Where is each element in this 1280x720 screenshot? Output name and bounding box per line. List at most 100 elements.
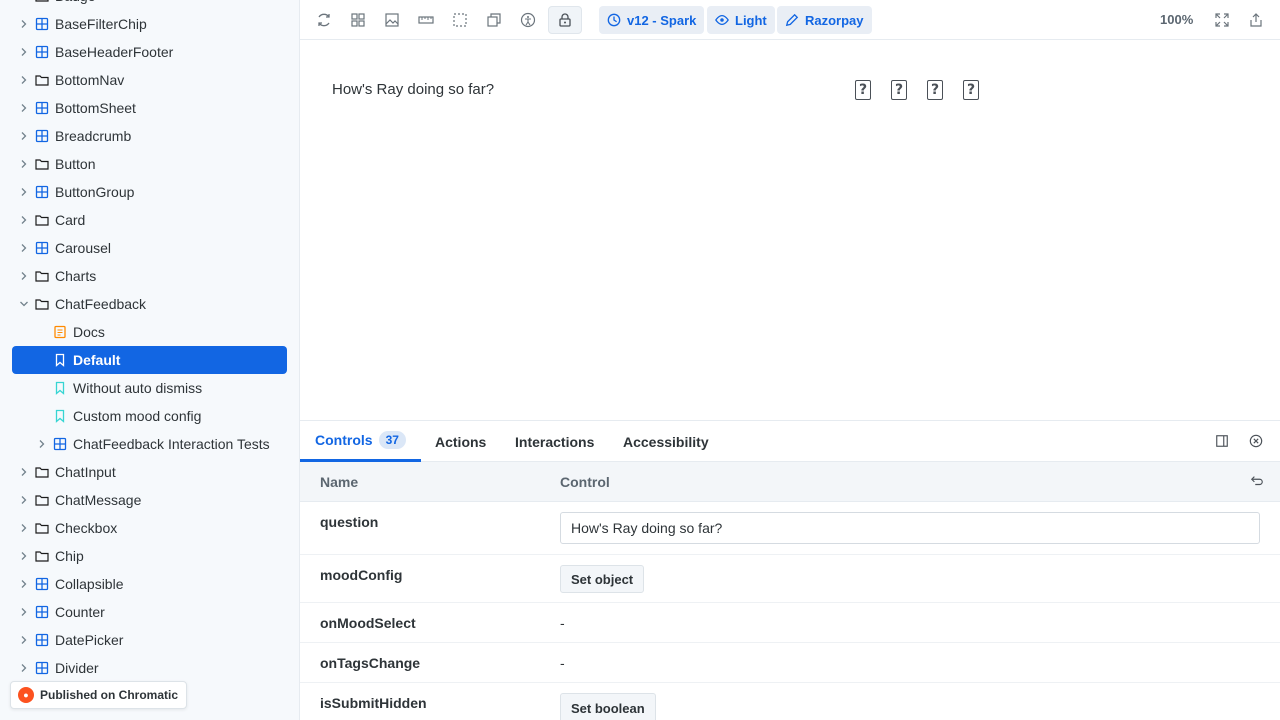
- tab-controls-label: Controls: [315, 432, 373, 448]
- chromatic-badge[interactable]: ● Published on Chromatic: [10, 681, 188, 709]
- sidebar-item-baseheaderfooter[interactable]: BaseHeaderFooter: [0, 38, 299, 66]
- chevron-down-icon[interactable]: [17, 297, 31, 311]
- chevron-right-icon[interactable]: [17, 549, 31, 563]
- question-text-input[interactable]: How's Ray doing so far?: [560, 512, 1260, 544]
- theme-version-selector[interactable]: v12 - Spark: [599, 6, 705, 34]
- folder-icon: [35, 0, 49, 3]
- panel-position-icon[interactable]: [1214, 433, 1230, 449]
- share-icon[interactable]: [1242, 6, 1270, 34]
- sidebar-item-datepicker[interactable]: DatePicker: [0, 626, 299, 654]
- folder-icon: [35, 493, 49, 507]
- sidebar-item-checkbox[interactable]: Checkbox: [0, 514, 299, 542]
- component-icon: [53, 437, 67, 451]
- sidebar-item-card[interactable]: Card: [0, 206, 299, 234]
- component-icon: [35, 129, 49, 143]
- mood-option-4[interactable]: ?: [963, 80, 979, 100]
- chevron-right-icon[interactable]: [17, 633, 31, 647]
- chevron-right-icon[interactable]: [17, 101, 31, 115]
- sidebar-item-chatmessage[interactable]: ChatMessage: [0, 486, 299, 514]
- sidebar-item-bottomsheet[interactable]: BottomSheet: [0, 94, 299, 122]
- sidebar-item-chatfeedback[interactable]: ChatFeedback: [0, 290, 299, 318]
- chevron-right-icon[interactable]: [17, 241, 31, 255]
- sidebar-item-charts[interactable]: Charts: [0, 262, 299, 290]
- close-panel-icon[interactable]: [1248, 433, 1264, 449]
- bookmark-icon: [53, 409, 67, 423]
- sidebar-item-counter[interactable]: Counter: [0, 598, 299, 626]
- lock-icon[interactable]: [548, 6, 582, 34]
- color-scheme-label: Light: [735, 12, 767, 28]
- sidebar-item-buttongroup[interactable]: ButtonGroup: [0, 178, 299, 206]
- sidebar-item-docs[interactable]: Docs: [0, 318, 299, 346]
- sidebar-item-label: Counter: [55, 604, 105, 620]
- ruler-icon[interactable]: [412, 6, 440, 34]
- sidebar-item-chatinput[interactable]: ChatInput: [0, 458, 299, 486]
- sidebar-item-label: Without auto dismiss: [73, 380, 203, 396]
- chevron-right-icon[interactable]: [17, 605, 31, 619]
- chevron-right-icon[interactable]: [17, 185, 31, 199]
- component-icon: [35, 661, 49, 675]
- tab-accessibility[interactable]: Accessibility: [623, 421, 709, 462]
- chevron-right-icon[interactable]: [17, 129, 31, 143]
- sidebar-item-label: Card: [55, 212, 86, 228]
- image-icon[interactable]: [378, 6, 406, 34]
- folder-icon: [35, 549, 49, 563]
- controls-table-header: Name Control: [300, 462, 1280, 502]
- chevron-right-icon[interactable]: [17, 45, 31, 59]
- toolbar: v12 - Spark Light Razorpay 100%: [300, 0, 1280, 40]
- sidebar-item-badge[interactable]: Badge: [0, 0, 299, 10]
- tab-actions[interactable]: Actions: [435, 421, 486, 462]
- chevron-right-icon[interactable]: [17, 465, 31, 479]
- folder-icon: [35, 521, 49, 535]
- chevron-right-icon[interactable]: [17, 213, 31, 227]
- sidebar-item-label: Collapsible: [55, 576, 124, 592]
- sidebar-item-divider[interactable]: Divider: [0, 654, 299, 682]
- fullscreen-icon[interactable]: [1208, 6, 1236, 34]
- set-object-button[interactable]: Set object: [560, 565, 645, 593]
- mood-option-3[interactable]: ?: [927, 80, 943, 100]
- arg-name: onMoodSelect: [320, 615, 416, 631]
- mood-option-2[interactable]: ?: [891, 80, 907, 100]
- chevron-right-icon[interactable]: [17, 269, 31, 283]
- chevron-right-icon[interactable]: [17, 0, 31, 3]
- brand-label: Razorpay: [805, 12, 864, 28]
- reset-controls-icon[interactable]: [1250, 474, 1264, 491]
- tab-interactions[interactable]: Interactions: [515, 421, 594, 462]
- sidebar-item-bottomnav[interactable]: BottomNav: [0, 66, 299, 94]
- sidebar-item-button[interactable]: Button: [0, 150, 299, 178]
- brand-selector[interactable]: Razorpay: [777, 6, 872, 34]
- arg-name: onTagsChange: [320, 655, 421, 671]
- chevron-right-icon[interactable]: [17, 157, 31, 171]
- accessibility-icon[interactable]: [514, 6, 542, 34]
- copy-icon[interactable]: [480, 6, 508, 34]
- chevron-right-icon[interactable]: [17, 17, 31, 31]
- sidebar-item-default[interactable]: Default: [12, 346, 287, 374]
- sidebar-item-without-auto-dismiss[interactable]: Without auto dismiss: [0, 374, 299, 402]
- set-boolean-button[interactable]: Set boolean: [560, 693, 656, 720]
- chevron-right-icon[interactable]: [17, 661, 31, 675]
- folder-icon: [35, 297, 49, 311]
- sidebar-item-carousel[interactable]: Carousel: [0, 234, 299, 262]
- chevron-right-icon[interactable]: [17, 73, 31, 87]
- sidebar-item-basefilterchip[interactable]: BaseFilterChip: [0, 10, 299, 38]
- sidebar-item-chip[interactable]: Chip: [0, 542, 299, 570]
- sidebar-item-collapsible[interactable]: Collapsible: [0, 570, 299, 598]
- sidebar-item-chatfeedback-interaction-tests[interactable]: ChatFeedback Interaction Tests: [0, 430, 299, 458]
- reload-icon[interactable]: [310, 6, 338, 34]
- color-scheme-selector[interactable]: Light: [707, 6, 775, 34]
- sidebar-item-label: Badge: [55, 0, 95, 4]
- chevron-right-icon[interactable]: [17, 521, 31, 535]
- chevron-right-icon[interactable]: [17, 577, 31, 591]
- sidebar-item-breadcrumb[interactable]: Breadcrumb: [0, 122, 299, 150]
- chevron-right-icon[interactable]: [17, 493, 31, 507]
- chevron-right-icon[interactable]: [35, 437, 49, 451]
- zoom-level[interactable]: 100%: [1160, 12, 1193, 27]
- grid-icon[interactable]: [344, 6, 372, 34]
- story-tree: Badge BaseFilterChip BaseHeaderFooter Botto…: [0, 0, 299, 710]
- mood-option-1[interactable]: ?: [855, 80, 871, 100]
- sidebar-item-custom-mood-config[interactable]: Custom mood config: [0, 402, 299, 430]
- tab-controls[interactable]: Controls 37: [300, 421, 421, 462]
- outline-icon[interactable]: [446, 6, 474, 34]
- control-row-issubmithidden: isSubmitHidden Set boolean: [300, 683, 1280, 720]
- folder-icon: [35, 213, 49, 227]
- component-icon: [35, 633, 49, 647]
